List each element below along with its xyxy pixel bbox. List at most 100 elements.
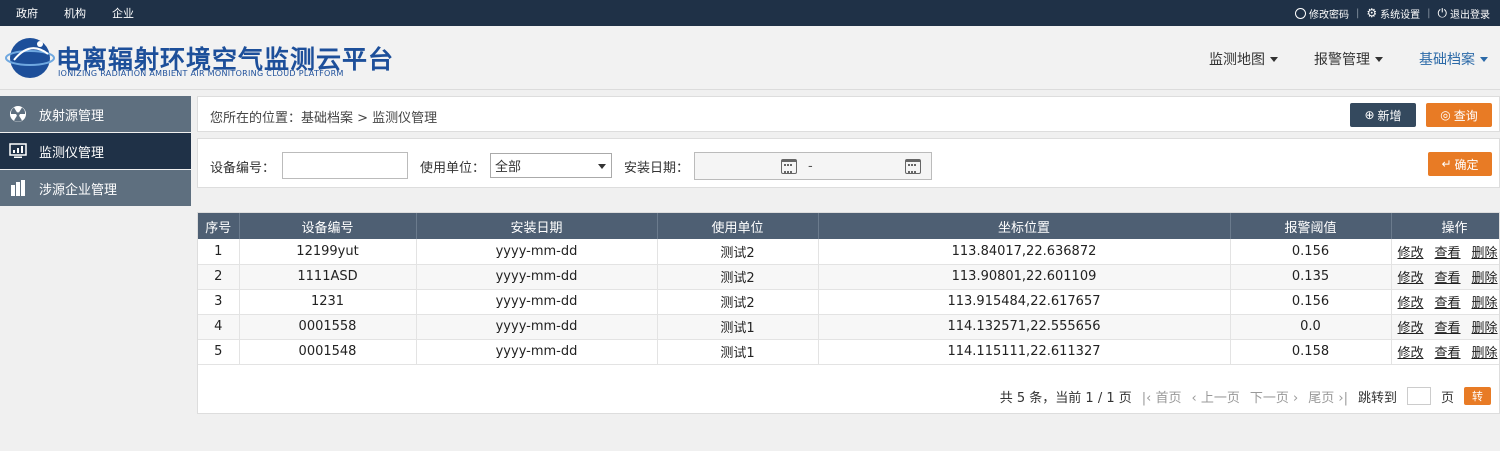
nav-monitor-map[interactable]: 监测地图 — [1209, 49, 1278, 69]
view-link[interactable]: 查看 — [1435, 296, 1461, 311]
cell-unit: 测试2 — [657, 289, 819, 315]
view-link[interactable]: 查看 — [1435, 321, 1461, 336]
cell-coordinates: 113.90801,22.601109 — [818, 264, 1231, 290]
view-link[interactable]: 查看 — [1435, 271, 1461, 286]
cell-unit: 测试2 — [657, 264, 819, 290]
cell-unit: 测试2 — [657, 239, 819, 265]
device-no-input[interactable] — [282, 152, 408, 179]
first-page-label: 首页 — [1155, 390, 1182, 406]
delete-link[interactable]: 删除 — [1472, 296, 1498, 311]
cell-actions: 修改 查看 删除 — [1391, 264, 1499, 290]
column-header: 安装日期 — [416, 213, 658, 239]
cell-actions: 修改 查看 删除 — [1391, 289, 1499, 315]
logout-link[interactable]: ⏻ 退出登录 — [1438, 6, 1491, 21]
confirm-button[interactable]: ↵ 确定 — [1428, 152, 1492, 176]
edit-link[interactable]: 修改 — [1398, 296, 1424, 311]
prev-page-button[interactable]: ‹ 上一页 — [1192, 387, 1240, 406]
edit-link[interactable]: 修改 — [1398, 246, 1424, 261]
main-nav: 监测地图 报警管理 基础档案 — [1209, 49, 1488, 69]
add-label: 新增 — [1377, 108, 1402, 123]
next-page-button[interactable]: 下一页 › — [1250, 387, 1298, 406]
edit-link[interactable]: 修改 — [1398, 321, 1424, 336]
date-range-input[interactable]: - — [694, 152, 932, 180]
nav-label: 监测地图 — [1209, 52, 1265, 68]
column-header: 坐标位置 — [818, 213, 1231, 239]
table-row: 4 0001558 yyyy-mm-dd 测试1 114.132571,22.5… — [198, 314, 1499, 340]
cell-install-date: yyyy-mm-dd — [416, 339, 658, 365]
edit-link[interactable]: 修改 — [1398, 271, 1424, 286]
sidebar-item-monitor[interactable]: 监测仪管理 — [0, 133, 191, 169]
sidebar-item-radiation-source[interactable]: 放射源管理 — [0, 96, 191, 132]
jump-label: 跳转到 — [1357, 390, 1397, 406]
edit-link[interactable]: 修改 — [1398, 346, 1424, 361]
chevron-down-icon — [598, 164, 606, 169]
cell-threshold: 0.158 — [1230, 339, 1392, 365]
change-password-label: 修改密码 — [1308, 9, 1349, 21]
breadcrumb-bar: 您所在的位置：基础档案 > 监测仪管理 ⊕ 新增 ◎ 查询 — [197, 96, 1500, 132]
unit-select[interactable]: 全部 — [490, 153, 612, 178]
confirm-label: 确定 — [1454, 157, 1479, 172]
install-date-label: 安装日期： — [624, 161, 690, 176]
user-icon — [1294, 7, 1306, 19]
cell-actions: 修改 查看 删除 — [1391, 339, 1499, 365]
change-password-link[interactable]: 修改密码 — [1294, 6, 1349, 21]
pagination: 共 5 条，当前 1 / 1 页 |‹ 首页 ‹ 上一页 下一页 › 尾页 ›|… — [198, 381, 1499, 411]
cell-unit: 测试1 — [657, 339, 819, 365]
delete-link[interactable]: 删除 — [1472, 271, 1498, 286]
cell-threshold: 0.156 — [1230, 289, 1392, 315]
last-page-label: 尾页 — [1308, 390, 1335, 406]
sidebar: 放射源管理 监测仪管理 涉源企业管理 — [0, 96, 191, 207]
page-unit-label: 页 — [1440, 390, 1454, 406]
chevron-down-icon — [1375, 56, 1383, 62]
cell-threshold: 0.156 — [1230, 239, 1392, 265]
delete-link[interactable]: 删除 — [1472, 321, 1498, 336]
cell-coordinates: 114.115111,22.611327 — [818, 339, 1231, 365]
top-link-institution[interactable]: 机构 — [64, 5, 86, 21]
query-button[interactable]: ◎ 查询 — [1426, 103, 1492, 127]
column-header: 报警阈值 — [1230, 213, 1392, 239]
cell-index: 1 — [198, 239, 240, 265]
divider: | — [1355, 7, 1360, 19]
cell-actions: 修改 查看 删除 — [1391, 239, 1499, 265]
table-row: 5 0001548 yyyy-mm-dd 测试1 114.115111,22.6… — [198, 339, 1499, 365]
page-number-input[interactable] — [1406, 387, 1431, 405]
delete-link[interactable]: 删除 — [1472, 346, 1498, 361]
column-header: 序号 — [198, 213, 240, 239]
view-link[interactable]: 查看 — [1435, 346, 1461, 361]
calendar-icon[interactable] — [781, 159, 797, 174]
delete-link[interactable]: 删除 — [1472, 246, 1498, 261]
main-content: 您所在的位置：基础档案 > 监测仪管理 ⊕ 新增 ◎ 查询 设备编号： 使用单位： … — [197, 96, 1500, 414]
last-page-icon: ›| — [1338, 390, 1348, 406]
platform-logo-icon — [5, 38, 55, 78]
settings-link[interactable]: ⚙ 系统设置 — [1366, 6, 1420, 21]
cell-index: 3 — [198, 289, 240, 315]
first-page-icon: |‹ — [1141, 390, 1152, 406]
first-page-button[interactable]: |‹ 首页 — [1142, 387, 1182, 406]
date-separator: - — [808, 159, 813, 174]
sidebar-item-label: 监测仪管理 — [39, 145, 105, 161]
building-icon — [9, 179, 27, 197]
chevron-down-icon — [1480, 56, 1488, 62]
sidebar-item-enterprise[interactable]: 涉源企业管理 — [0, 170, 191, 206]
cell-install-date: yyyy-mm-dd — [416, 239, 658, 265]
device-table: 序号 设备编号 安装日期 使用单位 坐标位置 报警阈值 操作 1 12199yu… — [198, 213, 1499, 365]
nav-alarm-management[interactable]: 报警管理 — [1314, 49, 1383, 69]
last-page-button[interactable]: 尾页 ›| — [1308, 387, 1348, 406]
breadcrumb: 您所在的位置：基础档案 > 监测仪管理 — [210, 111, 438, 126]
cell-threshold: 0.135 — [1230, 264, 1392, 290]
top-link-government[interactable]: 政府 — [16, 5, 38, 21]
view-link[interactable]: 查看 — [1435, 246, 1461, 261]
sidebar-item-label: 放射源管理 — [39, 108, 105, 124]
add-button[interactable]: ⊕ 新增 — [1350, 103, 1416, 127]
column-header: 设备编号 — [239, 213, 417, 239]
divider: | — [1427, 7, 1431, 19]
cell-index: 5 — [198, 339, 240, 365]
top-link-enterprise[interactable]: 企业 — [112, 5, 134, 21]
app-header: 电离辐射环境空气监测云平台 IONIZING RADIATION AMBIENT… — [0, 26, 1500, 90]
go-button[interactable]: 转 — [1464, 387, 1491, 405]
calendar-icon[interactable] — [905, 159, 921, 174]
nav-basic-archive[interactable]: 基础档案 — [1419, 49, 1488, 69]
cell-device-no: 12199yut — [239, 239, 417, 265]
radiation-icon — [9, 105, 27, 123]
column-header: 使用单位 — [657, 213, 819, 239]
